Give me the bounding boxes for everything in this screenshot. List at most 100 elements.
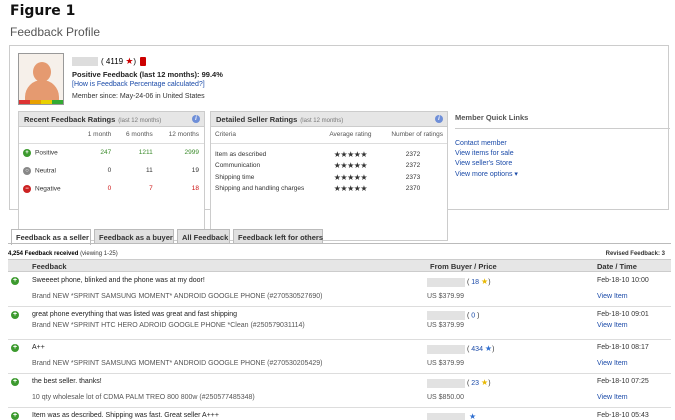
item-price: US $379.99 — [427, 293, 464, 300]
dsr-count: 2372 — [405, 150, 421, 158]
col-criteria: Criteria — [211, 127, 322, 144]
dsr-criteria: Shipping time — [215, 173, 255, 181]
dsr-count: 2373 — [405, 173, 421, 181]
dsr-criteria: Shipping and handling charges — [215, 185, 305, 193]
caret-down-icon: ▾ — [514, 171, 518, 178]
view-items-link[interactable]: View items for sale — [455, 150, 670, 157]
buyer-score[interactable]: 434 — [471, 346, 483, 353]
username-line: ( 4119 ★) — [72, 56, 147, 67]
feedback-comment: Sweeeet phone, blinked and the phone was… — [32, 277, 205, 284]
me-page-icon[interactable] — [140, 57, 147, 67]
view-item-link[interactable]: View Item — [597, 394, 628, 401]
viewing-range: (viewing 1-25) — [80, 251, 118, 257]
neutral-icon: ○ — [23, 166, 31, 175]
neutral-1m[interactable]: 0 — [79, 162, 116, 180]
positive-1m[interactable]: 247 — [79, 144, 116, 162]
dsr-count: 2372 — [405, 162, 421, 170]
negative-6m[interactable]: 7 — [116, 180, 158, 198]
buyer-redacted — [427, 412, 465, 420]
contact-member-link[interactable]: Contact member — [455, 140, 670, 147]
view-item-link[interactable]: View Item — [597, 322, 628, 329]
feedback-item: Brand NEW *SPRINT HTC HERO ADROID GOOGLE… — [32, 322, 305, 329]
buyer-score[interactable]: 23 — [471, 380, 479, 387]
positive-12m[interactable]: 2999 — [158, 144, 204, 162]
avatar-rating-bar — [19, 100, 63, 104]
buyer-score[interactable]: 0 — [471, 312, 475, 319]
item-price: US $379.99 — [427, 360, 464, 367]
buyer-info: ( 23 ★) — [427, 378, 491, 388]
feedback-row: + A++ Brand NEW *SPRINT SAMSUNG MOMENT* … — [8, 341, 671, 374]
buyer-info: ( 434 ★) — [427, 344, 494, 354]
feedback-item: Brand NEW *SPRINT SAMSUNG MOMENT* ANDROI… — [32, 293, 323, 300]
col-12-months: 12 months — [157, 127, 204, 144]
negative-1m[interactable]: 0 — [79, 180, 116, 198]
feedback-row: + Sweeeet phone, blinked and the phone w… — [8, 274, 671, 307]
buyer-score[interactable]: 18 — [471, 279, 479, 286]
neutral-6m[interactable]: 11 — [116, 162, 158, 180]
view-more-options-link[interactable]: View more options ▾ — [455, 170, 670, 178]
member-avatar[interactable] — [18, 53, 64, 105]
buyer-info: ( 0 ) — [427, 311, 479, 320]
buyer-info: ★ — [427, 412, 476, 420]
feedback-date: Feb-18-10 09:01 — [597, 311, 649, 318]
view-store-link[interactable]: View seller's Store — [455, 160, 670, 167]
dsr-criteria: Item as described — [215, 150, 267, 158]
feedback-comment: A++ — [32, 344, 45, 351]
col-feedback: Feedback — [32, 262, 67, 271]
feedback-row: + Item was as described. Shipping was fa… — [8, 409, 671, 420]
tab-all-feedback[interactable]: All Feedback — [177, 229, 230, 244]
buyer-redacted — [427, 277, 465, 287]
detailed-ratings-box: Detailed Seller Ratings (last 12 months) … — [210, 111, 448, 241]
row-label: Positive — [35, 149, 58, 157]
col-average: Average rating — [321, 127, 379, 144]
feedback-item: 10 qty wholesale lot of CDMA PALM TREO 8… — [32, 394, 255, 401]
revised-feedback[interactable]: Revised Feedback: 3 — [606, 251, 665, 257]
feedback-table-header: Feedback From Buyer / Price Date / Time — [8, 259, 671, 272]
blue-star-icon: ★ — [484, 344, 493, 353]
positive-icon: + — [11, 277, 19, 285]
tab-divider — [8, 243, 671, 244]
feedback-item: Brand NEW *SPRINT SAMSUNG MOMENT* ANDROI… — [32, 360, 323, 367]
dsr-criteria: Communication — [215, 162, 261, 170]
tab-feedback-as-buyer[interactable]: Feedback as a buyer — [94, 229, 174, 244]
row-label: Negative — [35, 185, 61, 193]
positive-6m[interactable]: 1211 — [116, 144, 158, 162]
item-price: US $850.00 — [427, 394, 464, 401]
quick-links-title: Member Quick Links — [455, 111, 670, 129]
recent-ratings-table: 1 month 6 months 12 months + Positive 247… — [19, 127, 204, 198]
negative-12m[interactable]: 18 — [158, 180, 204, 198]
recent-ratings-box: Recent Feedback Ratings (last 12 months) … — [18, 111, 205, 241]
table-corner — [19, 127, 79, 144]
positive-icon: + — [11, 311, 19, 319]
feedback-comment: great phone everything that was listed w… — [32, 311, 238, 318]
col-6-months: 6 months — [116, 127, 158, 144]
feedback-date: Feb-18-10 07:25 — [597, 378, 649, 385]
view-item-link[interactable]: View Item — [597, 360, 628, 367]
feedback-comment: the best seller. thanks! — [32, 378, 102, 385]
view-item-link[interactable]: View Item — [597, 293, 628, 300]
feedback-row: + great phone everything that was listed… — [8, 308, 671, 340]
member-since-text: Member since: May-24-06 in United States — [72, 93, 205, 100]
feedback-date: Feb-18-10 05:43 — [597, 412, 649, 419]
dsr-row: Shipping time ★★★★★ 2373 — [211, 172, 447, 184]
how-calculated-link[interactable]: [How is Feedback Percentage calculated?] — [72, 81, 205, 88]
dsr-row: Shipping and handling charges ★★★★★ 2370 — [211, 183, 447, 195]
feedback-score-close: ) — [133, 57, 137, 66]
tab-feedback-left-for-others[interactable]: Feedback left for others — [233, 229, 323, 244]
col-date: Date / Time — [597, 262, 637, 271]
positive-row: + Positive 247 1211 2999 — [19, 144, 204, 162]
dsr-row: Communication ★★★★★ 2372 — [211, 160, 447, 172]
buyer-redacted — [427, 378, 465, 388]
recent-ratings-subtitle: (last 12 months) — [118, 118, 162, 124]
feedback-score[interactable]: ( 4119 — [101, 57, 123, 66]
info-icon[interactable]: i — [192, 115, 200, 123]
col-from-buyer: From Buyer / Price — [430, 262, 497, 271]
info-icon[interactable]: i — [435, 115, 443, 123]
yellow-star-icon: ★ — [481, 277, 489, 286]
detailed-ratings-header: Detailed Seller Ratings (last 12 months) … — [211, 112, 447, 127]
neutral-row: ○ Neutral 0 11 19 — [19, 162, 204, 180]
neutral-12m[interactable]: 19 — [158, 162, 204, 180]
positive-icon: + — [11, 378, 19, 386]
recent-ratings-header: Recent Feedback Ratings (last 12 months) … — [19, 112, 204, 127]
detailed-ratings-subtitle: (last 12 months) — [300, 118, 344, 124]
